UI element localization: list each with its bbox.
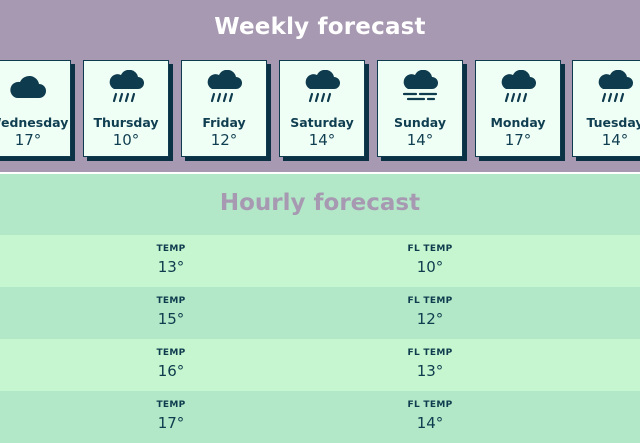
feels-like-value: 14°: [416, 414, 444, 432]
day-card-friday[interactable]: Friday 12°: [181, 60, 267, 157]
rain-icon: [109, 70, 144, 103]
day-card-wednesday[interactable]: Wednesday 17°: [0, 60, 71, 157]
day-temp: 14°: [406, 131, 434, 149]
day-name: Tuesday: [586, 115, 640, 130]
feels-like-label: FL TEMP: [407, 244, 453, 254]
feels-like-label: FL TEMP: [407, 400, 453, 410]
feels-like-label: FL TEMP: [407, 348, 453, 358]
temp-value: 13°: [157, 258, 185, 276]
day-temp: 17°: [14, 131, 42, 149]
feels-like-value: 10°: [416, 258, 444, 276]
feels-like-value: 12°: [416, 310, 444, 328]
hourly-row: TEMP 16° FL TEMP 13°: [0, 339, 640, 391]
day-card-sunday[interactable]: Sunday 14°: [377, 60, 463, 157]
rain-icon: [305, 70, 340, 103]
hourly-row: TEMP 13° FL TEMP 10°: [0, 235, 640, 287]
weekly-forecast-title: Weekly forecast: [214, 14, 426, 40]
temp-value: 16°: [157, 362, 185, 380]
temp-label: TEMP: [156, 296, 186, 306]
weekly-forecast-section: Weekly forecast Wednesday 17° Thursday 1…: [0, 0, 640, 174]
day-card-saturday[interactable]: Saturday 14°: [279, 60, 365, 157]
day-card-tuesday[interactable]: Tuesday 14°: [572, 60, 640, 157]
cloud-icon: [10, 75, 47, 98]
day-temp: 17°: [504, 131, 532, 149]
temp-label: TEMP: [156, 244, 186, 254]
day-name: Sunday: [394, 115, 446, 130]
day-temp: 12°: [210, 131, 238, 149]
hourly-row: TEMP 15° FL TEMP 12°: [0, 287, 640, 339]
hourly-row: TEMP 17° FL TEMP 14°: [0, 391, 640, 443]
fog-cloud-icon: [402, 70, 438, 101]
hourly-forecast-header: Hourly forecast: [0, 174, 640, 235]
feels-like-value: 13°: [416, 362, 444, 380]
rain-icon: [598, 70, 633, 103]
temp-label: TEMP: [156, 400, 186, 410]
day-card-thursday[interactable]: Thursday 10°: [83, 60, 169, 157]
day-temp: 14°: [601, 131, 629, 149]
day-cards-row: Wednesday 17° Thursday 10° F: [0, 60, 640, 160]
rain-icon: [501, 70, 536, 103]
day-name: Saturday: [290, 115, 354, 130]
day-name: Monday: [490, 115, 546, 130]
temp-label: TEMP: [156, 348, 186, 358]
day-name: Wednesday: [0, 115, 69, 130]
feels-like-label: FL TEMP: [407, 296, 453, 306]
day-name: Friday: [202, 115, 246, 130]
day-temp: 10°: [112, 131, 140, 149]
day-name: Thursday: [93, 115, 159, 130]
temp-value: 17°: [157, 414, 185, 432]
day-temp: 14°: [308, 131, 336, 149]
temp-value: 15°: [157, 310, 185, 328]
rain-icon: [207, 70, 242, 103]
day-card-monday[interactable]: Monday 17°: [475, 60, 561, 157]
hourly-forecast-title: Hourly forecast: [219, 190, 421, 216]
